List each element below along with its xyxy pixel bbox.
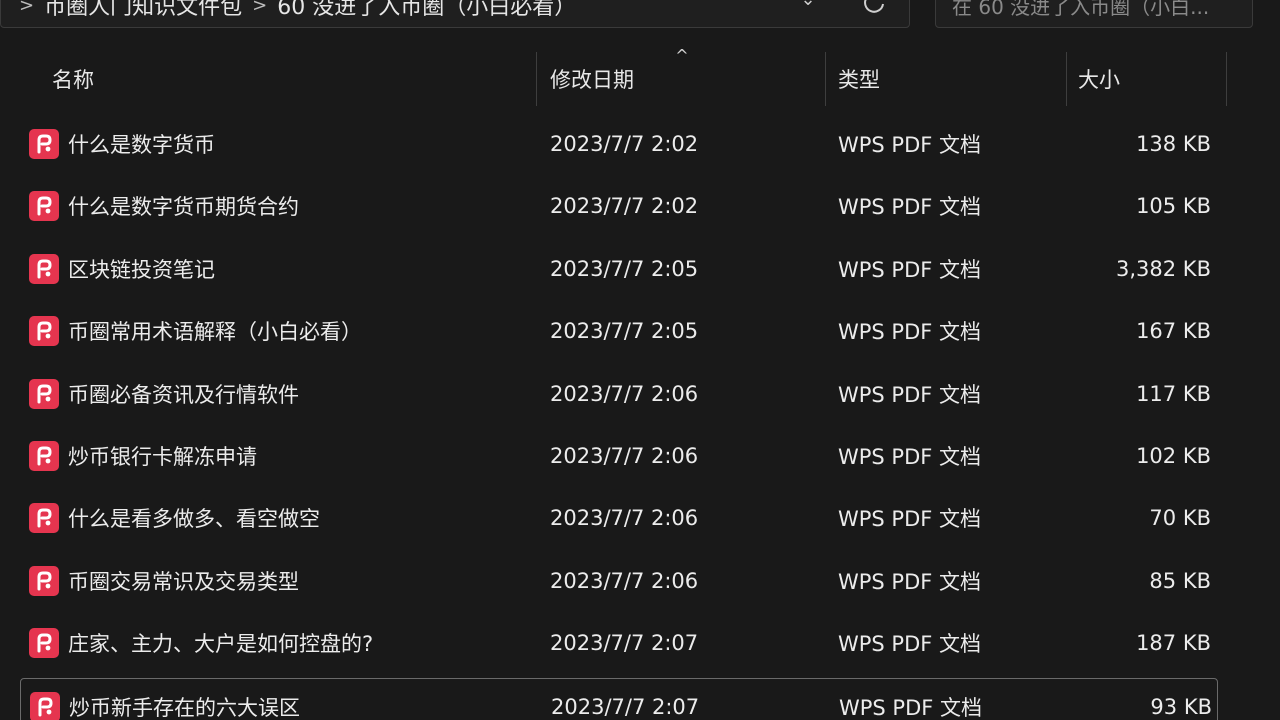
column-header-size-label: 大小 xyxy=(1078,68,1120,92)
file-row[interactable]: 什么是看多做多、看空做空 2023/7/7 2:06 WPS PDF 文档 70 KB xyxy=(20,490,1218,546)
search-input[interactable] xyxy=(950,0,1244,23)
wps-pdf-icon xyxy=(29,503,59,534)
address-bar[interactable]: > 币圈人门知识文件包 > 60 没进了入币圈（小白必看） ⌄ xyxy=(0,0,910,28)
search-box[interactable] xyxy=(935,0,1253,28)
wps-pdf-icon xyxy=(29,628,59,659)
wps-pdf-icon xyxy=(29,253,59,284)
file-name: 庄家、主力、大户是如何控盘的? xyxy=(68,632,374,657)
file-size: 167 KB xyxy=(1136,319,1211,344)
file-row[interactable]: 炒币新手存在的六大误区 2023/7/7 2:07 WPS PDF 文档 93 KB xyxy=(20,677,1218,720)
file-name: 什么是看多做多、看空做空 xyxy=(68,507,320,532)
column-divider[interactable] xyxy=(1066,52,1067,106)
file-name: 炒币新手存在的六大误区 xyxy=(69,695,300,720)
file-modified-date: 2023/7/7 2:02 xyxy=(550,194,699,219)
file-size: 138 KB xyxy=(1136,132,1211,156)
file-name: 币圈常用术语解释（小白必看） xyxy=(68,320,362,345)
refresh-icon[interactable] xyxy=(859,0,889,17)
file-row[interactable]: 区块链投资笔记 2023/7/7 2:05 WPS PDF 文档 3,382 KB xyxy=(20,241,1218,297)
file-modified-date: 2023/7/7 2:06 xyxy=(550,381,699,406)
file-type: WPS PDF 文档 xyxy=(838,382,982,407)
breadcrumb-item-current[interactable]: 60 没进了入币圈（小白必看） xyxy=(277,0,576,21)
file-row[interactable]: 什么是数字货币 2023/7/7 2:02 WPS PDF 文档 138 KB xyxy=(20,116,1218,172)
wps-pdf-icon xyxy=(29,191,59,222)
file-size: 93 KB xyxy=(1150,694,1212,719)
file-type: WPS PDF 文档 xyxy=(838,632,982,657)
file-modified-date: 2023/7/7 2:07 xyxy=(551,694,700,719)
file-size: 102 KB xyxy=(1136,444,1211,468)
file-row[interactable]: 币圈交易常识及交易类型 2023/7/7 2:06 WPS PDF 文档 85 KB xyxy=(20,553,1218,609)
wps-pdf-icon xyxy=(29,565,59,596)
column-divider[interactable] xyxy=(1226,52,1227,106)
column-divider[interactable] xyxy=(825,52,826,106)
chevron-down-icon[interactable]: ⌄ xyxy=(796,0,820,13)
file-name: 什么是数字货币期货合约 xyxy=(68,195,299,220)
file-modified-date: 2023/7/7 2:06 xyxy=(550,506,699,531)
file-explorer-window: > 币圈人门知识文件包 > 60 没进了入币圈（小白必看） ⌄ ^ 名称 修改日… xyxy=(0,0,1280,720)
file-row[interactable]: 币圈常用术语解释（小白必看） 2023/7/7 2:05 WPS PDF 文档 167… xyxy=(20,303,1218,359)
file-type: WPS PDF 文档 xyxy=(838,320,982,345)
breadcrumb-separator: > xyxy=(252,0,268,16)
breadcrumb: > 币圈人门知识文件包 > 60 没进了入币圈（小白必看） xyxy=(19,0,576,21)
file-name: 币圈交易常识及交易类型 xyxy=(68,569,299,594)
file-type: WPS PDF 文档 xyxy=(838,257,982,282)
file-type: WPS PDF 文档 xyxy=(838,133,982,157)
breadcrumb-item-parent[interactable]: 币圈人门知识文件包 xyxy=(44,0,242,21)
file-row[interactable]: 币圈必备资讯及行情软件 2023/7/7 2:06 WPS PDF 文档 117 KB xyxy=(20,366,1218,422)
column-header-name[interactable]: 名称 xyxy=(52,52,536,106)
file-size: 187 KB xyxy=(1136,631,1211,656)
file-size: 85 KB xyxy=(1149,568,1211,593)
file-name: 区块链投资笔记 xyxy=(68,257,215,282)
file-modified-date: 2023/7/7 2:06 xyxy=(550,568,699,593)
file-modified-date: 2023/7/7 2:02 xyxy=(550,132,699,156)
file-modified-date: 2023/7/7 2:07 xyxy=(550,631,699,656)
file-name: 炒币银行卡解冻申请 xyxy=(68,445,257,469)
file-type: WPS PDF 文档 xyxy=(839,695,983,720)
file-row[interactable]: 炒币银行卡解冻申请 2023/7/7 2:06 WPS PDF 文档 102 KB xyxy=(20,428,1218,484)
column-divider[interactable] xyxy=(536,52,537,106)
file-size: 105 KB xyxy=(1136,194,1211,219)
wps-pdf-icon xyxy=(29,316,59,347)
file-modified-date: 2023/7/7 2:05 xyxy=(550,256,699,281)
breadcrumb-separator: > xyxy=(19,0,35,16)
column-header-date-label: 修改日期 xyxy=(550,68,634,92)
file-size: 70 KB xyxy=(1149,506,1211,531)
file-name: 什么是数字货币 xyxy=(68,133,215,157)
file-modified-date: 2023/7/7 2:06 xyxy=(550,444,699,468)
file-size: 117 KB xyxy=(1136,381,1211,406)
file-name: 币圈必备资讯及行情软件 xyxy=(68,382,299,407)
wps-pdf-icon xyxy=(29,378,59,409)
column-header-row: ^ 名称 修改日期 类型 大小 xyxy=(0,46,1280,106)
column-header-size[interactable]: 大小 xyxy=(1078,52,1224,106)
wps-pdf-icon xyxy=(29,129,59,159)
file-row[interactable]: 什么是数字货币期货合约 2023/7/7 2:02 WPS PDF 文档 105 KB xyxy=(20,178,1218,234)
wps-pdf-icon xyxy=(30,691,60,720)
column-header-name-label: 名称 xyxy=(52,68,94,92)
wps-pdf-icon xyxy=(29,441,59,471)
file-modified-date: 2023/7/7 2:05 xyxy=(550,319,699,344)
file-type: WPS PDF 文档 xyxy=(838,195,982,220)
file-size: 3,382 KB xyxy=(1116,256,1211,281)
file-row[interactable]: 庄家、主力、大户是如何控盘的? 2023/7/7 2:07 WPS PDF 文档 18… xyxy=(20,615,1218,671)
column-header-date[interactable]: 修改日期 xyxy=(550,52,824,106)
column-header-type[interactable]: 类型 xyxy=(838,52,1064,106)
column-header-type-label: 类型 xyxy=(838,68,880,92)
file-type: WPS PDF 文档 xyxy=(838,507,982,532)
file-type: WPS PDF 文档 xyxy=(838,569,982,594)
file-type: WPS PDF 文档 xyxy=(838,445,982,469)
